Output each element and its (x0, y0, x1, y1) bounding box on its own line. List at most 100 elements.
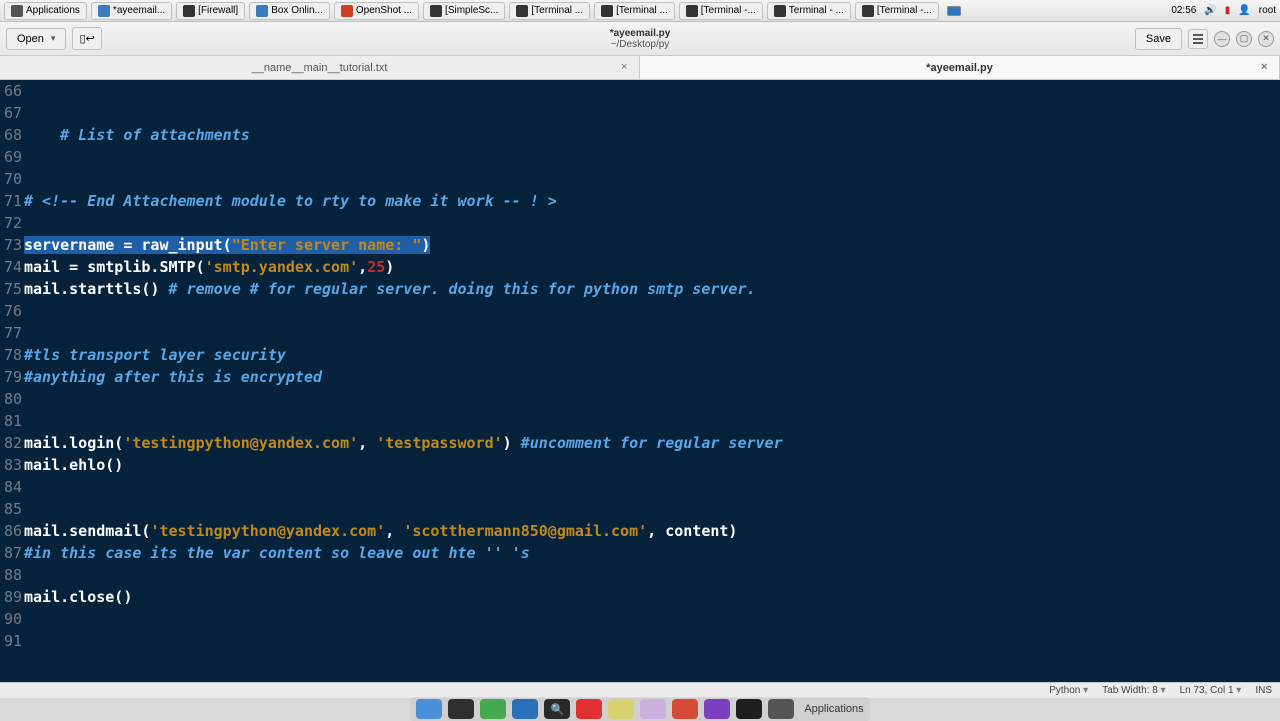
dock-app9-icon[interactable] (672, 699, 698, 719)
code-line: 91 (0, 630, 1280, 652)
line-number: 85 (0, 498, 24, 520)
applications-menu[interactable]: Applications (4, 2, 87, 20)
workspace-switcher[interactable] (947, 6, 961, 16)
code-editor[interactable]: 666768 # List of attachments697071# <!--… (0, 80, 1280, 682)
status-cursor[interactable]: Ln 73, Col 1 (1180, 685, 1242, 696)
dock-app7-icon[interactable] (608, 699, 634, 719)
code-content[interactable]: mail.sendmail('testingpython@yandex.com'… (24, 520, 737, 542)
dock-app3-icon[interactable] (480, 699, 506, 719)
recent-button[interactable]: ▯↩ (72, 27, 101, 50)
code-line: 73servername = raw_input("Enter server n… (0, 234, 1280, 256)
window-label: [Terminal -... (877, 5, 932, 16)
status-tabwidth[interactable]: Tab Width: 8 (1102, 685, 1165, 696)
code-line: 78#tls transport layer security (0, 344, 1280, 366)
network-icon[interactable]: ▮ (1225, 5, 1231, 16)
line-number: 82 (0, 432, 24, 454)
code-content[interactable]: mail = smtplib.SMTP('smtp.yandex.com',25… (24, 256, 394, 278)
tab-close-icon[interactable]: × (621, 61, 633, 73)
window-label: Terminal - ... (789, 5, 844, 16)
window-icon (516, 5, 528, 17)
taskbar-window[interactable]: [Terminal ... (594, 2, 675, 20)
applications-label: Applications (26, 5, 80, 16)
editor-tab[interactable]: *ayeemail.py × (640, 56, 1280, 79)
dock-app10-icon[interactable] (704, 699, 730, 719)
line-number: 72 (0, 212, 24, 234)
window-label: [Terminal ... (616, 5, 668, 16)
code-line: 87#in this case its the var content so l… (0, 542, 1280, 564)
code-content[interactable]: #in this case its the var content so lea… (24, 542, 530, 564)
taskbar-window[interactable]: OpenShot ... (334, 2, 419, 20)
dock-app12-icon[interactable] (768, 699, 794, 719)
volume-icon[interactable]: 🔊 (1204, 5, 1216, 16)
code-line: 74mail = smtplib.SMTP('smtp.yandex.com',… (0, 256, 1280, 278)
recent-icon: ▯↩ (79, 32, 94, 45)
line-number: 70 (0, 168, 24, 190)
line-number: 77 (0, 322, 24, 344)
line-number: 78 (0, 344, 24, 366)
taskbar-window[interactable]: Box Onlin... (249, 2, 330, 20)
clock: 02:56 (1171, 5, 1196, 16)
taskbar-window[interactable]: *ayeemail... (91, 2, 172, 20)
taskbar-window[interactable]: Terminal - ... (767, 2, 851, 20)
code-content[interactable]: servername = raw_input("Enter server nam… (24, 234, 430, 256)
line-number: 81 (0, 410, 24, 432)
save-button[interactable]: Save (1135, 28, 1182, 50)
code-content[interactable]: #tls transport layer security (24, 344, 286, 366)
apps-icon (11, 5, 23, 17)
code-line: 72 (0, 212, 1280, 234)
title-block: *ayeemail.py ~/Desktop/py (610, 28, 671, 50)
code-content[interactable]: # <!-- End Attachement module to rty to … (24, 190, 557, 212)
dock-files-icon[interactable] (416, 699, 442, 719)
user-icon[interactable]: 👤 (1238, 5, 1250, 16)
line-number: 84 (0, 476, 24, 498)
tab-close-icon[interactable]: × (1261, 61, 1273, 73)
editor-tabs: __name__main__tutorial.txt× *ayeemail.py × (0, 56, 1280, 80)
dock-app6-icon[interactable] (576, 699, 602, 719)
dock-app4-icon[interactable] (512, 699, 538, 719)
code-line: 69 (0, 146, 1280, 168)
line-number: 89 (0, 586, 24, 608)
code-content[interactable]: mail.ehlo() (24, 454, 123, 476)
taskbar-window[interactable]: [Firewall] (176, 2, 245, 20)
line-number: 74 (0, 256, 24, 278)
open-label: Open (17, 33, 44, 45)
minimize-button[interactable]: — (1214, 31, 1230, 47)
line-number: 88 (0, 564, 24, 586)
taskbar-window[interactable]: [SimpleSc... (423, 2, 505, 20)
code-content[interactable]: mail.close() (24, 586, 132, 608)
taskbar-window[interactable]: [Terminal -... (679, 2, 763, 20)
dock-bar: 🔍 Applications (410, 697, 869, 721)
dock-search-icon[interactable]: 🔍 (544, 699, 570, 719)
dock-app11-icon[interactable] (736, 699, 762, 719)
open-button[interactable]: Open (6, 28, 66, 50)
window-label: [Terminal -... (701, 5, 756, 16)
code-content[interactable]: mail.login('testingpython@yandex.com', '… (24, 432, 783, 454)
line-number: 83 (0, 454, 24, 476)
code-content[interactable]: #anything after this is encrypted (24, 366, 322, 388)
code-line: 89mail.close() (0, 586, 1280, 608)
line-number: 90 (0, 608, 24, 630)
code-line: 67 (0, 102, 1280, 124)
dock-label[interactable]: Applications (800, 703, 863, 715)
window-label: [SimpleSc... (445, 5, 498, 16)
maximize-button[interactable]: ▢ (1236, 31, 1252, 47)
code-line: 80 (0, 388, 1280, 410)
code-content[interactable]: mail.starttls() # remove # for regular s… (24, 278, 756, 300)
window-label: [Firewall] (198, 5, 238, 16)
taskbar-window[interactable]: [Terminal ... (509, 2, 590, 20)
code-content[interactable]: # List of attachments (24, 124, 250, 146)
close-button[interactable]: ✕ (1258, 31, 1274, 47)
dock-terminal-icon[interactable] (448, 699, 474, 719)
code-line: 77 (0, 322, 1280, 344)
dock-app8-icon[interactable] (640, 699, 666, 719)
window-icon (430, 5, 442, 17)
status-lang[interactable]: Python (1049, 685, 1088, 696)
editor-tab[interactable]: __name__main__tutorial.txt× (0, 56, 640, 79)
code-line: 70 (0, 168, 1280, 190)
taskbar-window[interactable]: [Terminal -... (855, 2, 939, 20)
tab-label: *ayeemail.py (926, 62, 993, 74)
doc-subtitle: ~/Desktop/py (610, 39, 671, 50)
window-icon (341, 5, 353, 17)
user-label: root (1259, 5, 1276, 16)
hamburger-menu[interactable] (1188, 29, 1208, 49)
